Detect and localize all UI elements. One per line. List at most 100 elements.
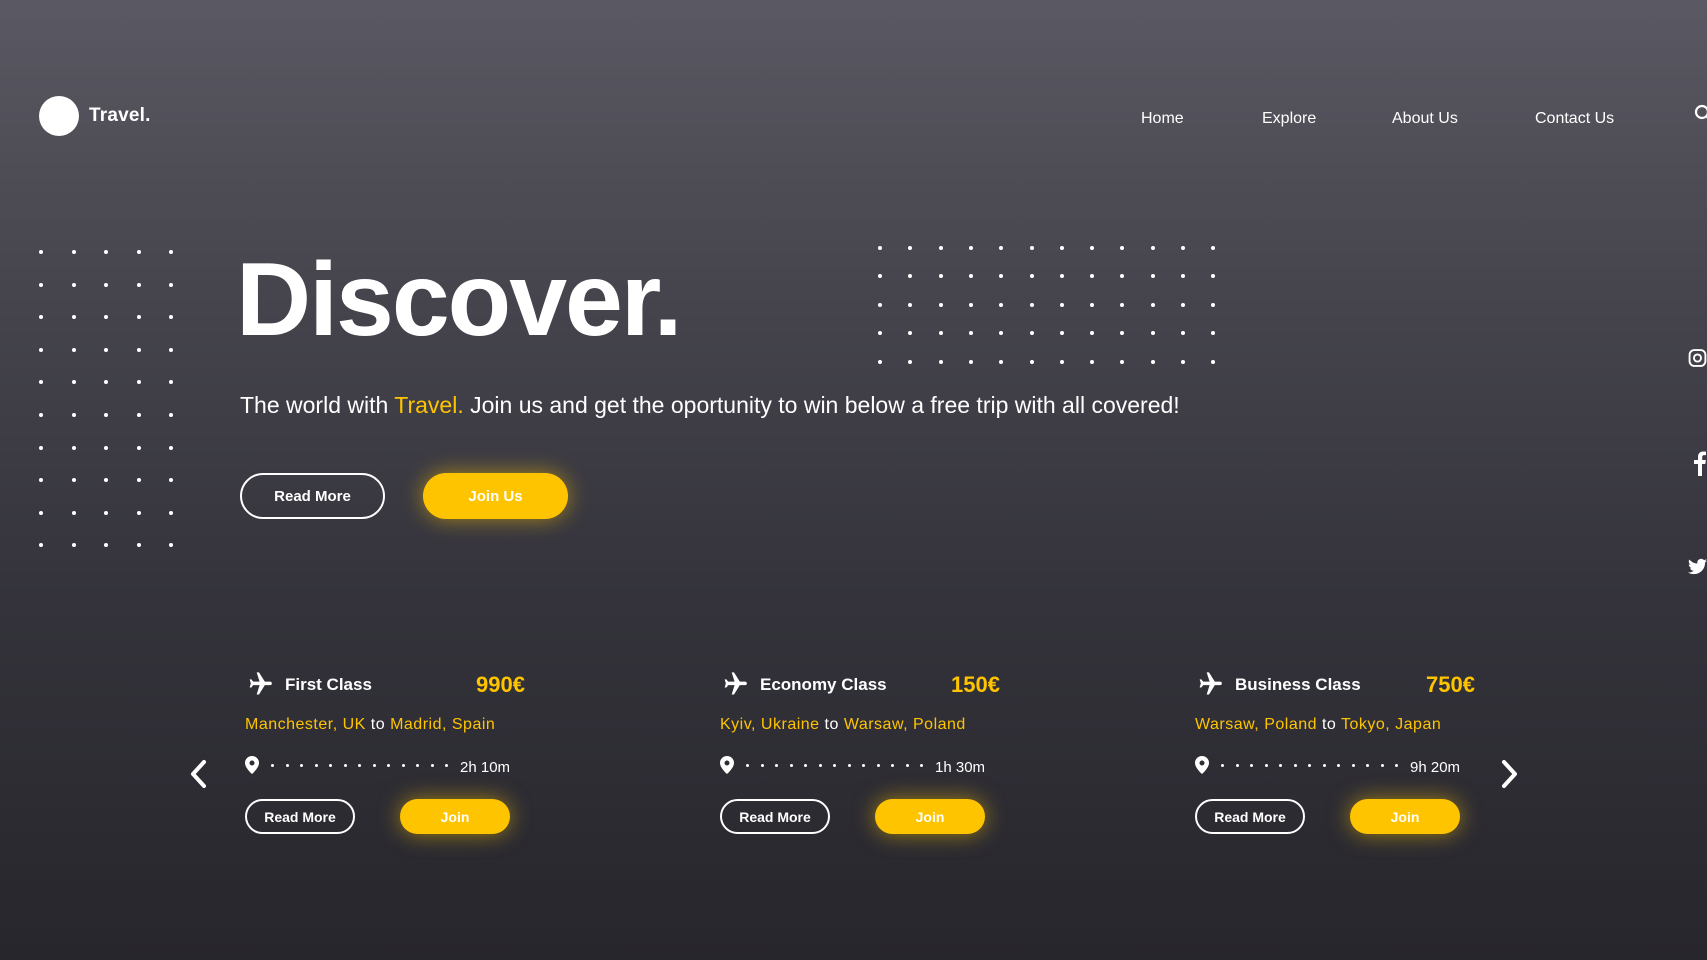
- location-pin-icon: [245, 756, 259, 774]
- carousel-prev-arrow-icon[interactable]: [188, 758, 210, 790]
- hero-read-more-button[interactable]: Read More: [240, 473, 385, 519]
- decor-dot: [169, 478, 174, 483]
- route-dot: [1366, 764, 1369, 767]
- route-dot: [401, 764, 405, 767]
- card-read-more-button[interactable]: Read More: [1195, 799, 1305, 834]
- search-icon[interactable]: [1692, 104, 1707, 122]
- decor-dot: [71, 315, 76, 320]
- card-read-more-button[interactable]: Read More: [245, 799, 355, 834]
- decor-dot: [1029, 302, 1034, 307]
- route-dot: [445, 764, 448, 767]
- decor-dot: [1150, 274, 1155, 279]
- card-price: 990€: [476, 672, 525, 697]
- route-dot: [372, 764, 376, 767]
- decor-dot: [1150, 331, 1155, 336]
- decor-dot: [938, 331, 943, 336]
- decor-dot: [1029, 359, 1034, 364]
- decor-dot: [104, 250, 109, 254]
- route-dot: [416, 764, 419, 767]
- instagram-icon[interactable]: [1688, 346, 1707, 375]
- nav-explore[interactable]: Explore: [1262, 110, 1316, 128]
- route-dot: [1322, 764, 1326, 767]
- decor-dot: [1120, 274, 1125, 279]
- card-duration: 9h 20m: [1410, 759, 1461, 776]
- nav-about-us[interactable]: About Us: [1392, 110, 1458, 128]
- decor-dot: [71, 282, 76, 287]
- route-dot: [876, 764, 880, 767]
- route-dot: [1264, 764, 1268, 767]
- airplane-icon: [1195, 670, 1223, 698]
- decor-dot: [908, 359, 913, 364]
- decor-dot: [1059, 359, 1064, 364]
- route-dot: [1250, 764, 1253, 767]
- location-pin-icon: [720, 756, 734, 774]
- decor-dot: [39, 380, 43, 385]
- card-read-more-button[interactable]: Read More: [720, 799, 830, 834]
- decor-dot: [1090, 359, 1095, 364]
- decor-dot: [71, 445, 76, 450]
- decor-dot: [1150, 246, 1155, 250]
- route-dots: [271, 764, 461, 768]
- decor-dot: [1150, 359, 1155, 364]
- decor-dot: [39, 478, 43, 483]
- route-dot: [789, 764, 793, 767]
- route-dot: [760, 764, 764, 767]
- card-price: 150€: [951, 672, 1000, 697]
- decor-dot: [136, 413, 141, 417]
- route-dot: [847, 764, 851, 767]
- decor-dot: [1211, 246, 1216, 250]
- nav-contact-us[interactable]: Contact Us: [1535, 110, 1614, 128]
- route-dot: [343, 764, 347, 767]
- hero-subtitle-brand: Travel.: [394, 392, 464, 418]
- brand-logo[interactable]: Travel.: [39, 96, 151, 136]
- decor-dot: [1120, 302, 1125, 307]
- twitter-icon[interactable]: [1688, 556, 1707, 583]
- decor-dot: [908, 246, 913, 250]
- decor-dot: [71, 478, 76, 483]
- decor-dot: [71, 510, 76, 515]
- decor-dot: [938, 246, 943, 250]
- decor-dot: [878, 302, 882, 307]
- route-dot: [358, 764, 361, 767]
- decor-dot: [1120, 359, 1125, 364]
- route-dot: [818, 764, 822, 767]
- card-join-button[interactable]: Join: [875, 799, 985, 834]
- decor-dot: [39, 315, 43, 320]
- route-dot: [1293, 764, 1297, 767]
- decor-dot: [999, 246, 1004, 250]
- decor-dot: [104, 282, 109, 287]
- route-dot: [1279, 764, 1282, 767]
- decor-dot: [104, 413, 109, 417]
- card-join-button[interactable]: Join: [1350, 799, 1460, 834]
- card-price: 750€: [1426, 672, 1475, 697]
- decor-dot: [1181, 302, 1185, 307]
- card-route: Kyiv, Ukraine to Warsaw, Poland: [720, 716, 966, 734]
- decor-dot: [1120, 246, 1125, 250]
- route-dot: [1337, 764, 1340, 767]
- decor-dot: [71, 380, 76, 385]
- hero-join-us-button[interactable]: Join Us: [423, 473, 568, 519]
- decor-dot: [39, 282, 43, 287]
- facebook-icon[interactable]: [1688, 450, 1707, 481]
- decor-dot: [1029, 331, 1034, 336]
- decor-dot: [968, 246, 973, 250]
- decor-dot: [1181, 331, 1185, 336]
- airplane-icon: [245, 670, 273, 698]
- hero-subtitle-end: Join us and get the oportunity to win be…: [463, 392, 1180, 418]
- route-dot: [746, 764, 749, 767]
- route-dot: [1235, 764, 1239, 767]
- decor-dot: [968, 331, 973, 336]
- carousel-next-arrow-icon[interactable]: [1498, 758, 1520, 790]
- card-join-button[interactable]: Join: [400, 799, 510, 834]
- route-dot: [387, 764, 390, 767]
- decor-dot: [71, 250, 76, 254]
- route-dot: [329, 764, 332, 767]
- airplane-icon: [720, 670, 748, 698]
- decor-dot: [1090, 274, 1095, 279]
- route-dot: [1380, 764, 1384, 767]
- decor-dot: [136, 445, 141, 450]
- decor-dot: [104, 380, 109, 385]
- route-from: Manchester, UK: [245, 716, 366, 733]
- route-dot: [905, 764, 909, 767]
- nav-home[interactable]: Home: [1141, 110, 1184, 128]
